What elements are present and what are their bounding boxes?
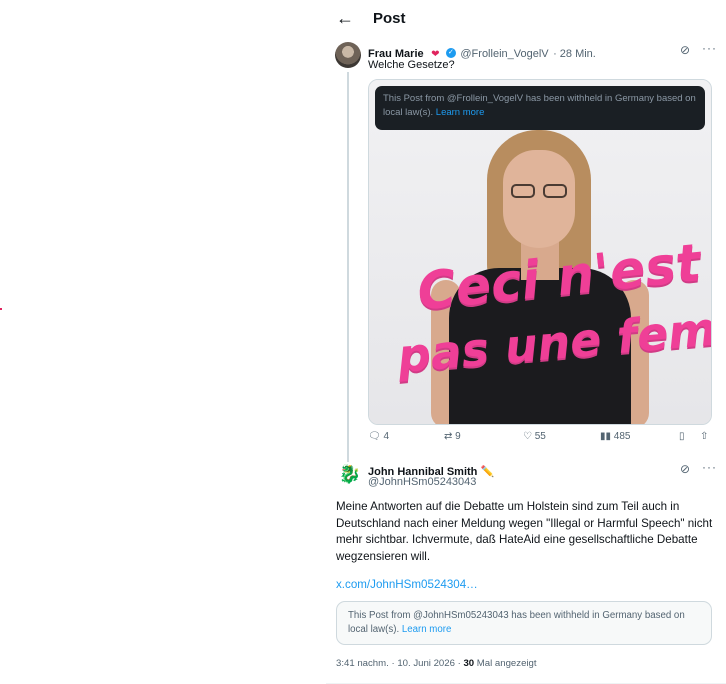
like-button[interactable]: ♡ 55 <box>523 431 546 442</box>
post-timestamp[interactable]: 3:41 nachm. · 10. Juni 2026 · <box>336 658 463 669</box>
thread-connector <box>347 72 349 462</box>
views-label: Mal angezeigt <box>474 658 537 669</box>
post-image[interactable]: Ceci n'est pas une femme This Post from … <box>368 79 712 425</box>
stray-red-dot <box>0 308 2 310</box>
avatar[interactable]: 🐉 <box>338 462 362 486</box>
photo-face <box>503 150 575 248</box>
more-icon[interactable]: ··· <box>702 41 717 55</box>
repost-icon: ⇄ <box>444 431 453 442</box>
view-count: 485 <box>613 431 631 442</box>
reply-icon: 🗨 <box>368 431 381 442</box>
views-button[interactable]: ▮▮ 485 <box>600 431 630 442</box>
withheld-notice-text: This Post from @JohnHSm05243043 has been… <box>348 610 685 635</box>
withheld-notice: This Post from @JohnHSm05243043 has been… <box>336 601 712 645</box>
post-link[interactable]: x.com/JohnHSm0524304… <box>336 578 478 591</box>
grok-icon[interactable]: ⊘ <box>680 43 690 57</box>
verified-badge-icon: ✓ <box>445 47 456 58</box>
post1-actions: 🗨 4 ⇄ 9 ♡ 55 ▮▮ 485 ▯ ⇧ <box>368 431 713 445</box>
post-timestamp-row: 3:41 nachm. · 10. Juni 2026 · 30 Mal ang… <box>336 658 537 669</box>
back-arrow-icon[interactable]: ← <box>336 8 354 28</box>
photo-glasses <box>507 184 571 198</box>
withheld-notice: This Post from @Frollein_VogelV has been… <box>375 86 705 130</box>
post-column: ← Post Frau Marie ❤ ✓ @Frollein_VogelV ·… <box>326 0 726 684</box>
views-icon: ▮▮ <box>600 431 612 442</box>
grok-icon[interactable]: ⊘ <box>680 462 690 476</box>
bookmark-icon[interactable]: ▯ <box>679 431 685 442</box>
reply-button[interactable]: 🗨 4 <box>368 431 389 442</box>
share-icon[interactable]: ⇧ <box>700 431 708 442</box>
like-count: 55 <box>534 431 546 442</box>
page-title: Post <box>373 10 406 27</box>
post-text: Meine Antworten auf die Debatte um Holst… <box>336 500 713 563</box>
repost-count: 9 <box>455 431 461 442</box>
header: ← Post <box>326 0 726 38</box>
learn-more-link[interactable]: Learn more <box>436 107 485 118</box>
dragon-icon: 🐉 <box>338 464 362 484</box>
post-text: Welche Gesetze? <box>368 59 455 71</box>
avatar[interactable] <box>335 42 361 68</box>
withheld-notice-text: This Post from @Frollein_VogelV has been… <box>383 93 696 118</box>
more-icon[interactable]: ··· <box>702 460 717 474</box>
view-count: 30 <box>463 658 475 669</box>
author-handle[interactable]: @Frollein_VogelV <box>460 48 548 60</box>
post-time[interactable]: · 28 Min. <box>553 48 596 60</box>
repost-button[interactable]: ⇄ 9 <box>444 431 461 442</box>
author-handle[interactable]: @JohnHSm05243043 <box>368 476 476 488</box>
learn-more-link[interactable]: Learn more <box>402 624 452 635</box>
reply-count: 4 <box>383 431 390 442</box>
heart-icon: ♡ <box>523 431 532 442</box>
